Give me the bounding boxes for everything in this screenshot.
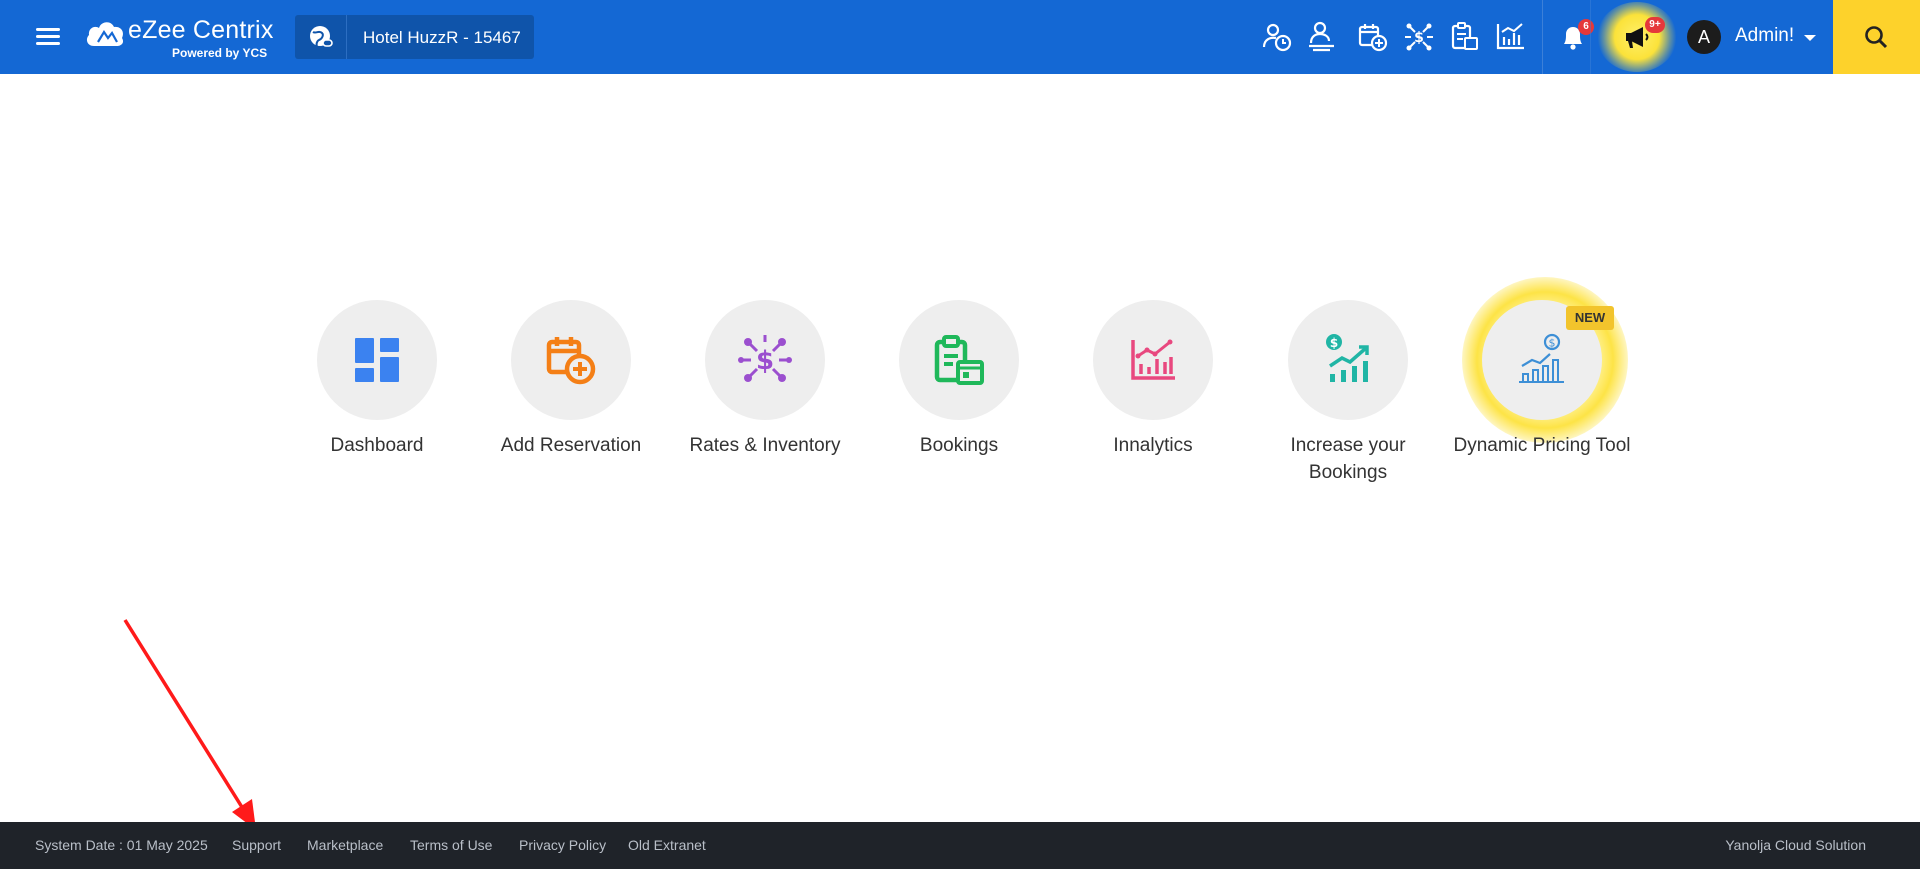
pricing-chart-icon: $ (1519, 333, 1564, 383)
system-date: System Date : 01 May 2025 (35, 837, 208, 853)
tile-icon-circle (511, 300, 631, 420)
hotel-selector[interactable]: Hotel HuzzR - 15467 (295, 15, 534, 59)
search-button[interactable] (1833, 0, 1920, 74)
footer-link-old-extranet[interactable]: Old Extranet (628, 837, 706, 853)
tile-icon-circle: $ (705, 300, 825, 420)
tile-icon-circle (899, 300, 1019, 420)
tile-label: Increase your Bookings (1290, 435, 1406, 483)
calendar-add-icon[interactable] (1355, 19, 1391, 55)
analytics-chart-icon[interactable] (1493, 19, 1529, 55)
menu-icon[interactable] (34, 26, 62, 48)
tile-icon-circle (317, 300, 437, 420)
rates-network-icon[interactable]: $ (1401, 19, 1437, 55)
tile-label: Dynamic Pricing Tool (1453, 435, 1631, 456)
tile-label: Dashboard (330, 435, 424, 456)
footer-link-privacy[interactable]: Privacy Policy (519, 837, 606, 853)
analytics-chart-icon (1131, 339, 1175, 380)
calendar-add-icon (546, 337, 596, 385)
guest-icon[interactable] (1304, 19, 1340, 55)
cloud-logo-icon (86, 22, 124, 46)
hotel-name: Hotel HuzzR - 15467 (363, 28, 521, 47)
tile-icon-circle (1093, 300, 1213, 420)
svg-text:$: $ (1330, 336, 1338, 350)
brand-title: eZee Centrix (128, 16, 274, 44)
search-icon (1865, 26, 1888, 49)
svg-text:$: $ (1549, 337, 1556, 350)
dashboard-icon (355, 338, 399, 382)
brand-subtitle: Powered by YCS (172, 46, 268, 60)
user-clock-icon[interactable] (1259, 19, 1295, 55)
tile-label: Innalytics (1113, 435, 1193, 456)
user-name[interactable]: Admin! (1735, 25, 1794, 47)
promo-count-badge: 9+ (1645, 17, 1665, 33)
notification-count-badge: 6 (1578, 19, 1594, 35)
new-badge: NEW (1566, 306, 1614, 330)
tile-icon-circle: $ (1288, 300, 1408, 420)
top-navigation-bar: eZee Centrix Powered by YCS Hotel HuzzR … (0, 0, 1920, 74)
svg-text:$: $ (756, 346, 774, 376)
bookings-clipboard-icon (934, 335, 984, 385)
tile-label: Bookings (919, 435, 999, 456)
company-name: Yanolja Cloud Solution (1725, 837, 1866, 853)
tile-label: Rates & Inventory (689, 435, 841, 456)
tile-label: Add Reservation (500, 435, 642, 456)
bookings-clipboard-icon[interactable] (1447, 19, 1483, 55)
footer-link-terms[interactable]: Terms of Use (410, 837, 492, 853)
footer-link-support[interactable]: Support (232, 837, 281, 853)
avatar[interactable]: A (1687, 20, 1721, 54)
toolbar-divider (1590, 0, 1591, 74)
footer: System Date : 01 May 2025 Support Market… (0, 822, 1920, 869)
footer-link-marketplace[interactable]: Marketplace (307, 837, 383, 853)
chevron-down-icon[interactable] (1804, 35, 1816, 41)
globe-link-icon (295, 15, 347, 59)
toolbar-divider (1542, 0, 1543, 74)
growth-chart-icon: $ (1326, 334, 1369, 382)
rates-network-icon: $ (738, 335, 792, 382)
svg-text:$: $ (1414, 30, 1424, 46)
